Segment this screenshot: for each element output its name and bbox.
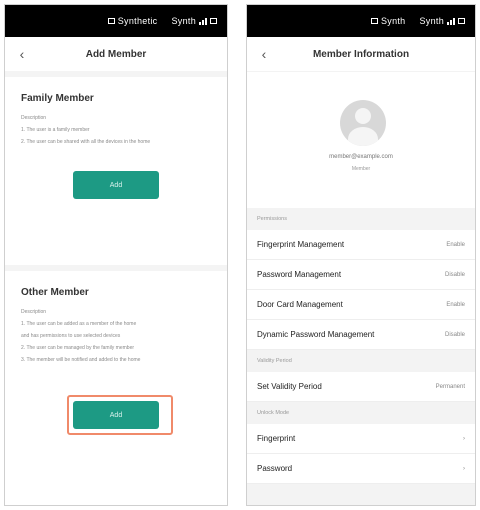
permissions-section-header: Permissions [257,216,287,222]
other-desc-4: 3. The member will be notified and added… [21,357,141,363]
status-bar: Synthetic Synth [5,5,227,37]
setting-row-door-card-management[interactable]: Door Card Management Enable [247,290,475,320]
status-right-text: Synth [171,16,196,26]
family-member-title: Family Member [21,93,94,104]
chevron-right-icon: › [463,465,465,472]
setting-row-password-management[interactable]: Password Management Disable [247,260,475,290]
status-left: Synthetic [107,16,158,26]
validity-list: Set Validity Period Permanent [247,372,475,402]
family-desc-2: 2. The user can be shared with all the d… [21,139,151,145]
status-right: Synth [419,16,465,26]
setting-value: Disable [444,331,465,338]
other-desc-2: and has permissions to use selected devi… [21,333,121,339]
other-desc-3: 2. The user can be managed by the family… [21,345,135,351]
permissions-list: Fingerprint Management Enable Password M… [247,230,475,350]
status-left: Synth [370,16,406,26]
signal-icon [447,17,455,25]
member-role: Member [351,166,371,172]
setting-row-password[interactable]: Password › [247,454,475,484]
other-member-card: Other Member Description 1. The user can… [5,271,227,505]
setting-label: Set Validity Period [257,382,322,391]
add-member-screen: Synthetic Synth ‹ Add Member Family Memb… [4,4,228,506]
setting-label: Password [257,464,293,473]
member-account: member@example.com [329,154,393,160]
setting-row-validity-period[interactable]: Set Validity Period Permanent [247,372,475,402]
family-desc-heading: Description [21,115,47,121]
setting-label: Fingerprint Management [257,240,345,249]
validity-section-header: Validity Period [257,358,292,364]
nav-bar: ‹ Member Information [247,37,475,71]
member-profile: member@example.com Member [247,72,475,208]
unlock-mode-section-header: Unlock Mode [257,410,290,416]
back-arrow-icon[interactable]: ‹ [255,45,273,63]
setting-label: Dynamic Password Management [257,330,375,339]
member-information-screen: Synth Synth ‹ Member Information member@… [246,4,476,506]
setting-label: Door Card Management [257,300,343,309]
page-title: Add Member [85,48,147,60]
other-desc-1: 1. The user can be added as a member of … [21,321,137,327]
setting-value: Permanent [435,383,465,390]
setting-value: Enable [446,241,465,248]
battery-icon [210,18,217,24]
battery-icon [458,18,465,24]
setting-value: Enable [446,301,465,308]
add-other-member-button[interactable]: Add [73,401,159,429]
family-member-card: Family Member Description 1. The user is… [5,77,227,265]
add-family-member-button[interactable]: Add [73,171,159,199]
signal-icon [199,17,207,25]
setting-row-fingerprint[interactable]: Fingerprint › [247,424,475,454]
setting-row-fingerprint-management[interactable]: Fingerprint Management Enable [247,230,475,260]
avatar-icon[interactable] [340,100,386,146]
other-desc-heading: Description [21,309,47,315]
status-right-text: Synth [419,16,444,26]
status-left-text: Synth [380,16,406,26]
notification-icon [370,18,378,24]
status-right: Synth [171,16,217,26]
notification-icon [107,18,115,24]
back-arrow-icon[interactable]: ‹ [13,45,31,63]
setting-value: Disable [444,271,465,278]
status-left-text: Synthetic [117,16,158,26]
setting-label: Password Management [257,270,342,279]
setting-row-dynamic-password-management[interactable]: Dynamic Password Management Disable [247,320,475,350]
setting-label: Fingerprint [257,434,296,443]
page-title: Member Information [312,48,410,60]
status-bar: Synth Synth [247,5,475,37]
chevron-right-icon: › [463,435,465,442]
family-desc-1: 1. The user is a family member [21,127,90,133]
nav-bar: ‹ Add Member [5,37,227,71]
other-member-title: Other Member [21,287,89,298]
unlock-mode-list: Fingerprint › Password › [247,424,475,484]
